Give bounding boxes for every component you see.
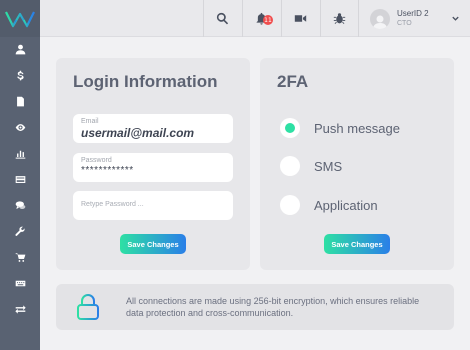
password-value: ************ [81, 165, 134, 176]
chevron-down-icon [452, 16, 459, 21]
twofa-option-label: SMS [314, 158, 343, 174]
bug-icon [333, 13, 346, 24]
transfer-icon [14, 304, 26, 314]
user-role: CTO [397, 19, 412, 27]
twofa-card: 2FA Push message SMS Application Save Ch… [260, 58, 454, 270]
bar-chart-icon [15, 150, 25, 159]
sidebar-item-view[interactable] [0, 116, 40, 138]
twofa-option-application[interactable]: Application [280, 194, 378, 216]
video-camera-icon [294, 15, 307, 22]
video-call-button[interactable] [281, 0, 319, 37]
eye-icon [15, 123, 25, 131]
retype-password-placeholder: Retype Password ... [81, 201, 144, 208]
login-info-card: Login Information Email usermail@mail.co… [56, 58, 250, 270]
lock-icon [77, 294, 99, 320]
twofa-save-button[interactable]: Save Changes [324, 234, 390, 254]
twofa-option-push[interactable]: Push message [280, 117, 400, 139]
user-icon [15, 44, 25, 54]
bug-report-button[interactable] [320, 0, 358, 37]
encryption-info-text: All connections are made using 256-bit e… [126, 296, 420, 318]
sidebar-item-documents[interactable] [0, 90, 40, 112]
logo-icon [5, 11, 35, 28]
search-icon [216, 12, 229, 25]
cart-icon [15, 252, 25, 262]
sidebar-item-transfer[interactable] [0, 298, 40, 320]
radio-selected-dot [285, 123, 295, 133]
sidebar [0, 0, 40, 350]
keyboard-icon [15, 280, 25, 286]
twofa-title: 2FA [277, 72, 309, 91]
twofa-option-label: Application [314, 197, 378, 213]
avatar-silhouette-icon [373, 15, 387, 29]
chat-icon [15, 200, 25, 209]
password-field[interactable]: Password ************ [73, 153, 233, 182]
twofa-option-sms[interactable]: SMS [280, 155, 342, 177]
sidebar-item-finance[interactable] [0, 64, 40, 86]
radio-application[interactable] [280, 195, 300, 215]
brand-logo[interactable] [0, 0, 40, 37]
email-value: usermail@mail.com [81, 126, 195, 140]
email-label: Email [81, 118, 99, 125]
notifications-button[interactable]: 11 [242, 0, 280, 37]
sidebar-item-user[interactable] [0, 38, 40, 60]
notification-badge: 11 [263, 15, 273, 25]
top-header: 11 UserID 2 CTO [40, 0, 470, 37]
sidebar-item-cards[interactable] [0, 168, 40, 190]
email-field[interactable]: Email usermail@mail.com [73, 114, 233, 143]
encryption-info-banner: All connections are made using 256-bit e… [56, 284, 454, 330]
sidebar-item-analytics[interactable] [0, 142, 40, 164]
login-save-button[interactable]: Save Changes [120, 234, 186, 254]
credit-card-icon [15, 175, 25, 183]
login-info-title: Login Information [73, 72, 218, 91]
radio-push[interactable] [280, 118, 300, 138]
twofa-option-label: Push message [314, 120, 400, 136]
sidebar-item-shop[interactable] [0, 246, 40, 268]
radio-sms[interactable] [280, 156, 300, 176]
password-label: Password [81, 157, 112, 164]
wrench-icon [14, 226, 25, 236]
user-menu[interactable]: UserID 2 CTO [358, 0, 470, 37]
search-button[interactable] [203, 0, 241, 37]
sidebar-item-messages[interactable] [0, 194, 40, 216]
user-name: UserID 2 [397, 8, 429, 18]
document-icon [16, 96, 24, 106]
dollar-icon [16, 70, 24, 80]
sidebar-item-keyboard[interactable] [0, 272, 40, 294]
sidebar-item-tools[interactable] [0, 220, 40, 242]
retype-password-field[interactable]: Retype Password ... [73, 191, 233, 220]
avatar [370, 8, 390, 29]
